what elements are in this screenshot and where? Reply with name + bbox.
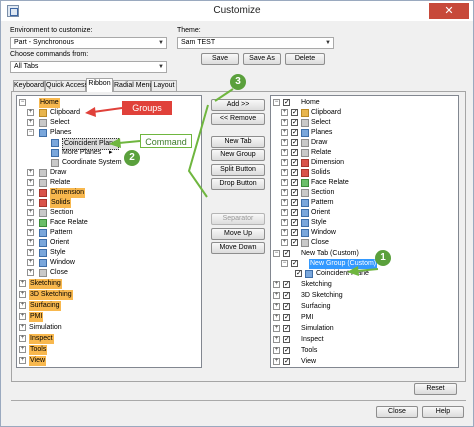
close-button[interactable]: Close xyxy=(376,406,418,418)
step-badge-1: 1 xyxy=(375,250,391,266)
customize-dialog: Customize ✕ Environment to customize: Pa… xyxy=(0,0,474,427)
step-badge-2: 2 xyxy=(124,150,140,166)
groups-arrow xyxy=(92,107,123,113)
groups-callout: Groups xyxy=(122,101,172,115)
add-flow-arrow xyxy=(187,104,209,198)
step-badge-3: 3 xyxy=(230,74,246,90)
add-arrow xyxy=(214,88,234,102)
new-group-arrowhead xyxy=(347,266,359,276)
footer-divider xyxy=(11,400,466,401)
annotation-arrows xyxy=(85,88,379,276)
command-arrow xyxy=(118,140,141,144)
help-button[interactable]: Help xyxy=(422,406,464,418)
command-arrowhead xyxy=(109,138,121,148)
new-group-arrow xyxy=(356,268,379,272)
reset-button[interactable]: Reset xyxy=(414,383,457,395)
command-callout: Command xyxy=(140,134,192,148)
groups-arrowhead xyxy=(85,107,96,117)
tab-ribbon[interactable]: Ribbon xyxy=(86,78,113,92)
